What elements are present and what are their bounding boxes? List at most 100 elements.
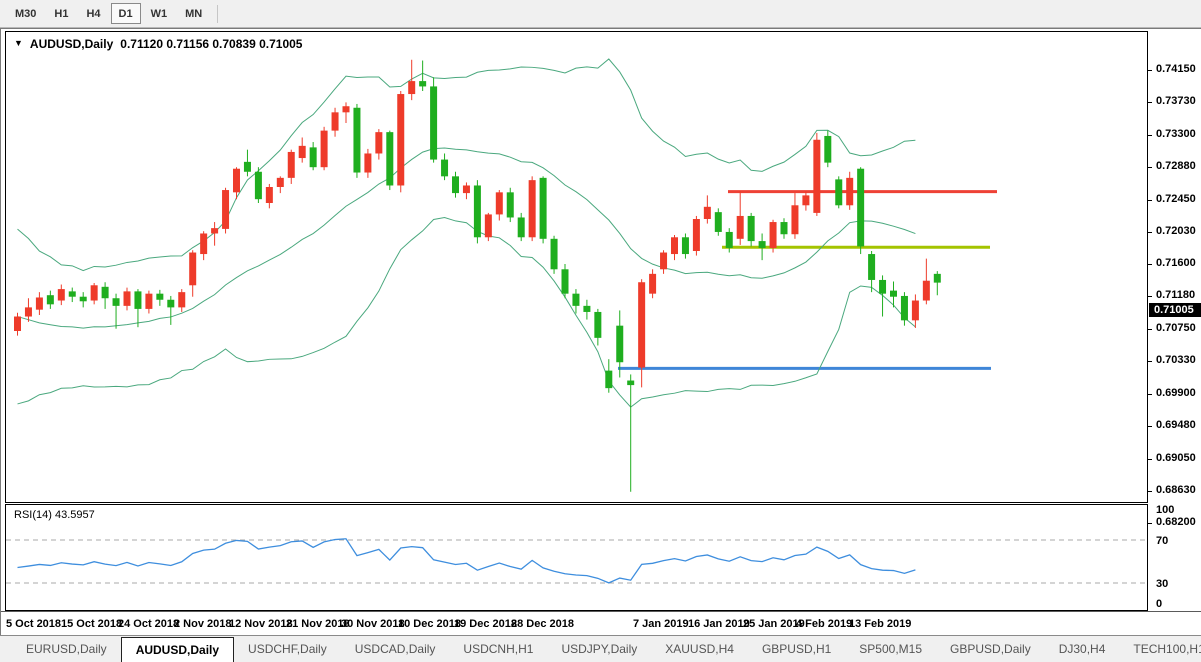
date-axis-label: 28 Dec 2018 (511, 618, 574, 630)
symbol-tab-usdchf-daily[interactable]: USDCHF,Daily (234, 636, 341, 662)
candle (835, 176, 842, 208)
candle (343, 102, 350, 123)
candle (802, 192, 809, 211)
price-tick-mark (1148, 264, 1152, 265)
price-axis[interactable]: 0.741500.737300.733000.728800.724500.720… (1148, 31, 1201, 611)
symbol-tab-tech100-h1[interactable]: TECH100,H1 (1119, 636, 1201, 662)
symbol-tab-gbpusd-h1[interactable]: GBPUSD,H1 (748, 636, 845, 662)
price-axis-label: 0.70330 (1156, 354, 1196, 366)
candle (386, 131, 393, 190)
symbol-tab-eurusd-daily[interactable]: EURUSD,Daily (12, 636, 121, 662)
candle-body (704, 207, 711, 219)
symbol-tab-gbpusd-daily[interactable]: GBPUSD,Daily (936, 636, 1045, 662)
timeframe-button-d1[interactable]: D1 (111, 3, 141, 24)
timeframe-button-w1[interactable]: W1 (143, 3, 176, 24)
candle (69, 288, 76, 302)
candle-body (441, 160, 448, 177)
timeframe-button-mn[interactable]: MN (177, 3, 210, 24)
candle (47, 291, 54, 309)
candle-body (529, 180, 536, 237)
candle-body (47, 295, 54, 304)
rsi-axis-label: 70 (1156, 535, 1168, 547)
candle-body (463, 185, 470, 193)
candle-body (551, 239, 558, 269)
candle-body (540, 178, 547, 239)
candle (901, 292, 908, 326)
candle-body (102, 287, 109, 298)
timeframe-button-h1[interactable]: H1 (46, 3, 76, 24)
candle (726, 228, 733, 252)
candle-body (58, 289, 65, 300)
candle (80, 292, 87, 307)
rsi-indicator-pane[interactable]: RSI(14) 43.5957 (5, 504, 1148, 611)
price-tick-mark (1148, 135, 1152, 136)
candle (562, 264, 569, 298)
timeframe-button-m30[interactable]: M30 (7, 3, 44, 24)
date-axis-label: 15 Oct 2018 (61, 618, 122, 630)
chart-title-symbol: AUDUSD,Daily (30, 37, 113, 51)
price-axis-label: 0.73730 (1156, 95, 1196, 107)
candle-body (616, 326, 623, 363)
rsi-axis-label: 0 (1156, 598, 1162, 610)
rsi-indicator-label: RSI(14) 43.5957 (14, 509, 95, 521)
candle (463, 182, 470, 199)
date-axis-label: 13 Feb 2019 (849, 618, 911, 630)
timeframe-button-h4[interactable]: H4 (78, 3, 108, 24)
candle-body (496, 192, 503, 214)
candle (540, 176, 547, 243)
symbol-tab-xauusd-h4[interactable]: XAUUSD,H4 (651, 636, 748, 662)
candle (222, 188, 229, 234)
candle (934, 271, 941, 295)
date-axis[interactable]: 5 Oct 201815 Oct 201824 Oct 20182 Nov 20… (1, 611, 1201, 636)
candle-body (901, 296, 908, 320)
candle-body (813, 140, 820, 213)
candle-body (178, 292, 185, 307)
price-axis-label: 0.69480 (1156, 419, 1196, 431)
candle-body (802, 195, 809, 205)
candle (693, 216, 700, 256)
candle-body (890, 291, 897, 297)
candle (156, 290, 163, 306)
candle (375, 129, 382, 159)
candle-body (397, 94, 404, 185)
candle (353, 104, 360, 178)
candle-body (485, 214, 492, 237)
candle (518, 213, 525, 241)
candle-body (299, 146, 306, 158)
price-axis-label: 0.72450 (1156, 193, 1196, 205)
candle-body (145, 294, 152, 309)
price-axis-label: 0.71600 (1156, 257, 1196, 269)
candle (583, 300, 590, 320)
symbol-tab-audusd-daily[interactable]: AUDUSD,Daily (121, 637, 234, 662)
candle-body (222, 190, 229, 229)
candle-body (748, 216, 755, 241)
candle-body (737, 216, 744, 239)
candle (638, 279, 645, 387)
candle (485, 213, 492, 241)
candle-body (835, 179, 842, 205)
candle (605, 359, 612, 393)
price-axis-label: 0.68200 (1156, 516, 1196, 528)
date-axis-label: 30 Nov 2018 (341, 618, 405, 630)
price-axis-label: 0.71180 (1156, 289, 1195, 301)
candle-body (726, 232, 733, 248)
candle (715, 208, 722, 235)
rsi-chart-canvas[interactable] (6, 505, 1147, 610)
main-price-pane[interactable]: ▼ AUDUSD,Daily 0.71120 0.71156 0.70839 0… (5, 31, 1148, 503)
price-axis-label: 0.70750 (1156, 322, 1196, 334)
date-axis-label: 7 Jan 2019 (633, 618, 689, 630)
candle (649, 269, 656, 298)
symbol-tab-dj30-h4[interactable]: DJ30,H4 (1045, 636, 1120, 662)
main-chart-canvas[interactable] (6, 32, 1147, 502)
candle (759, 233, 766, 260)
symbol-tab-usdcad-daily[interactable]: USDCAD,Daily (341, 636, 450, 662)
symbol-tab-usdcnh-h1[interactable]: USDCNH,H1 (449, 636, 547, 662)
candle (36, 292, 43, 315)
candle (770, 220, 777, 253)
candle-body (791, 205, 798, 234)
symbol-tab-sp500-m15[interactable]: SP500,M15 (845, 636, 936, 662)
candle (255, 167, 262, 203)
candle (846, 172, 853, 210)
symbol-tab-usdjpy-daily[interactable]: USDJPY,Daily (547, 636, 651, 662)
symbol-dropdown-icon[interactable]: ▼ (14, 38, 23, 48)
